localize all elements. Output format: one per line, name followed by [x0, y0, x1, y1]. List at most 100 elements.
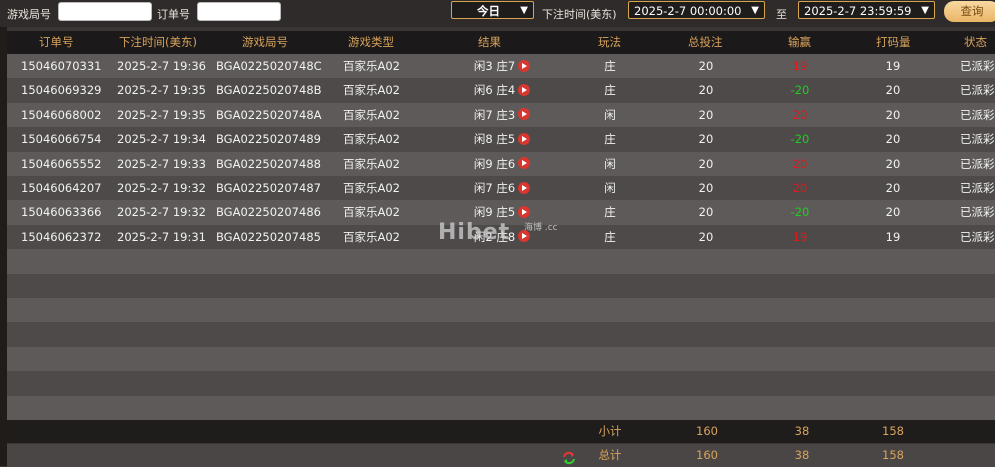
- subtotal-bet: 160: [696, 424, 718, 438]
- play-video-icon[interactable]: [518, 108, 531, 121]
- cell-win: 19: [792, 229, 808, 244]
- chevron-down-icon: ▼: [751, 5, 759, 16]
- cell-result: 闲8 庄5: [457, 127, 547, 151]
- cell-time: 2025-2-7 19:32: [117, 205, 206, 220]
- query-button[interactable]: 查询: [944, 1, 995, 22]
- table-row: 15046065552 2025-2-7 19:33 BGA02250207488 百…: [7, 151, 995, 176]
- table-row: 15046070331 2025-2-7 19:36 BGA0225020748C 百…: [7, 54, 995, 79]
- cell-turnover: 20: [885, 132, 901, 147]
- cell-bet: 20: [698, 83, 714, 98]
- cell-win: -20: [790, 132, 810, 147]
- cell-status: 已派彩: [960, 59, 995, 73]
- table-row: [7, 273, 995, 298]
- result-text: 闲9 庄5: [473, 205, 516, 220]
- table-row: [7, 322, 995, 347]
- cell-order: 15046064207: [21, 181, 102, 195]
- header-bet: 总投注: [688, 35, 723, 49]
- cell-play: 庄: [604, 59, 616, 73]
- period-value: 今日: [477, 4, 500, 18]
- play-video-icon[interactable]: [518, 157, 531, 170]
- period-select[interactable]: 今日 ▼: [451, 1, 534, 19]
- subtotal-row: 小计 160 38 158: [7, 420, 995, 443]
- total-turnover: 158: [882, 448, 904, 462]
- end-time-select[interactable]: 2025-2-7 23:59:59 ▼: [798, 1, 935, 19]
- cell-time: 2025-2-7 19:32: [117, 181, 206, 195]
- cell-play: 庄: [604, 83, 616, 98]
- cell-order: 15046063366: [21, 205, 102, 220]
- cell-result: 闲6 庄4: [457, 78, 547, 102]
- header-type: 游戏类型: [348, 35, 394, 49]
- play-video-icon[interactable]: [518, 181, 531, 194]
- cell-bet: 20: [698, 107, 714, 122]
- header-play: 玩法: [598, 35, 621, 49]
- chevron-down-icon: ▼: [520, 5, 528, 16]
- cell-result: 闲9 庄6: [457, 152, 547, 176]
- cell-result: 闲7 庄3: [457, 103, 547, 127]
- cell-round: BGA02250207485: [216, 229, 321, 244]
- play-video-icon[interactable]: [518, 59, 531, 72]
- cell-time: 2025-2-7 19:35: [117, 83, 206, 98]
- cell-result: 闲7 庄6: [457, 176, 547, 200]
- cell-round: BGA02250207488: [216, 156, 321, 171]
- result-text: 闲8 庄5: [473, 132, 516, 147]
- table-row: [7, 346, 995, 372]
- cell-order: 15046069329: [21, 83, 102, 98]
- table-row: 15046068002 2025-2-7 19:35 BGA0225020748A 百…: [7, 102, 995, 128]
- filter-bar: 游戏局号 订单号 今日 ▼ 下注时间(美东) 2025-2-7 00:00:00…: [0, 0, 995, 27]
- result-text: 闲7 庄3: [473, 107, 516, 122]
- cell-round: BGA0225020748A: [216, 107, 322, 122]
- header-round: 游戏局号: [242, 35, 288, 49]
- subtotal-win: 38: [794, 424, 810, 438]
- to-label: 至: [776, 8, 787, 21]
- header-status: 状态: [964, 35, 987, 49]
- cell-status: 已派彩: [960, 181, 995, 195]
- cell-turnover: 20: [885, 205, 901, 220]
- total-label: 总计: [598, 448, 622, 462]
- cell-play: 庄: [604, 132, 616, 147]
- start-time-value: 2025-2-7 00:00:00: [634, 4, 742, 18]
- cell-round: BGA02250207489: [216, 132, 321, 147]
- cell-status: 已派彩: [960, 107, 995, 122]
- cell-status: 已派彩: [960, 205, 995, 220]
- cell-turnover: 19: [885, 229, 901, 244]
- cell-result: 闲3 庄7: [457, 54, 547, 78]
- result-text: 闲6 庄4: [473, 83, 516, 98]
- cell-win: 19: [792, 59, 808, 73]
- subtotal-turnover: 158: [882, 424, 904, 438]
- cell-bet: 20: [698, 229, 714, 244]
- order-input[interactable]: [197, 2, 281, 21]
- game-round-input[interactable]: [58, 2, 152, 21]
- cell-turnover: 20: [885, 83, 901, 98]
- refresh-icon[interactable]: [562, 451, 576, 465]
- cell-type: 百家乐A02: [343, 59, 400, 73]
- cell-order: 15046062372: [21, 229, 102, 244]
- header-win: 输赢: [788, 35, 811, 49]
- header-time: 下注时间(美东): [119, 35, 197, 49]
- cell-order: 15046068002: [21, 107, 102, 122]
- table-row: [7, 249, 995, 274]
- left-edge: [0, 27, 7, 466]
- cell-type: 百家乐A02: [343, 156, 400, 171]
- cell-play: 庄: [604, 205, 616, 220]
- cell-type: 百家乐A02: [343, 132, 400, 147]
- play-video-icon[interactable]: [518, 132, 531, 145]
- cell-win: -20: [790, 205, 810, 220]
- cell-status: 已派彩: [960, 132, 995, 147]
- cell-time: 2025-2-7 19:33: [117, 156, 206, 171]
- order-label: 订单号: [157, 8, 190, 21]
- cell-round: BGA0225020748B: [216, 83, 322, 98]
- cell-turnover: 19: [885, 59, 901, 73]
- cell-type: 百家乐A02: [343, 107, 400, 122]
- play-video-icon[interactable]: [518, 205, 531, 218]
- header-turnover: 打码量: [876, 35, 911, 49]
- table-row: [7, 371, 995, 396]
- cell-win: 20: [792, 181, 808, 195]
- play-video-icon[interactable]: [518, 83, 531, 96]
- table-header: 订单号 下注时间(美东) 游戏局号 游戏类型 结果 玩法 总投注 输赢 打码量 …: [7, 31, 995, 54]
- cell-status: 已派彩: [960, 83, 995, 98]
- start-time-select[interactable]: 2025-2-7 00:00:00 ▼: [628, 1, 765, 19]
- watermark-sub: 海博 .cc: [524, 223, 558, 233]
- cell-type: 百家乐A02: [343, 205, 400, 220]
- cell-play: 闲: [604, 107, 616, 122]
- table-row: 15046064207 2025-2-7 19:32 BGA02250207487 百…: [7, 176, 995, 201]
